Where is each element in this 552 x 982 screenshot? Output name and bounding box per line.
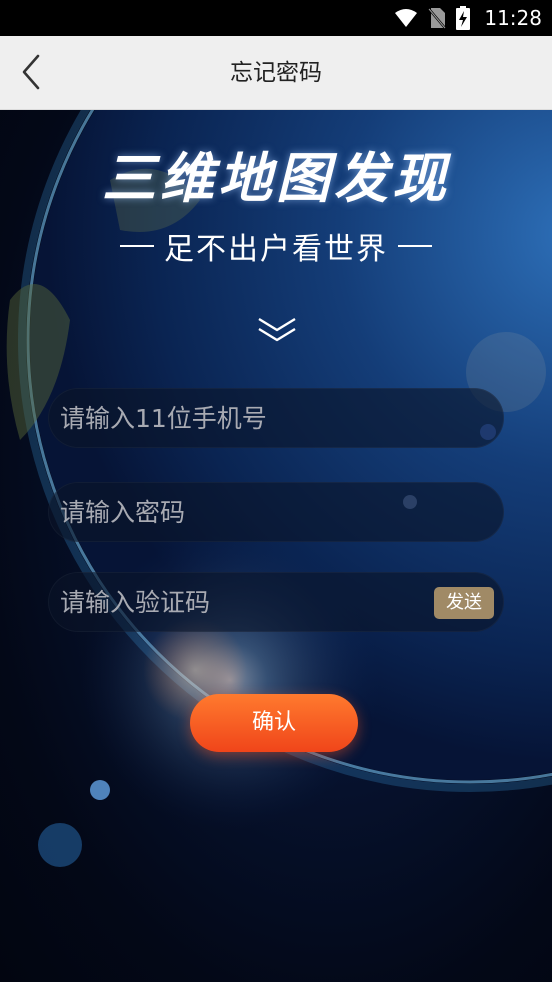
page-title: 忘记密码 [230, 60, 322, 86]
verification-code-field: 发送 [48, 572, 504, 632]
double-chevron-down-icon [258, 317, 296, 342]
send-code-button[interactable]: 发送 [434, 587, 494, 619]
status-time: 11:28 [484, 6, 542, 30]
hero-background: 三维地图发现 足不出户看世界 发送 确认 [0, 110, 552, 982]
battery-charging-icon [456, 6, 471, 30]
verification-code-input[interactable] [60, 572, 430, 632]
status-icons: 11:28 [394, 0, 542, 36]
navigation-bar: 忘记密码 [0, 36, 552, 110]
tagline: 足不出户看世界 [0, 224, 552, 268]
headline: 三维地图发现 [102, 147, 450, 210]
phone-field [48, 388, 504, 448]
password-field [48, 482, 504, 542]
wifi-icon [395, 9, 418, 27]
tagline-text: 足不出户看世界 [164, 232, 388, 267]
confirm-button[interactable]: 确认 [190, 694, 358, 752]
status-bar: 11:28 [0, 0, 552, 36]
tagline-dash-right [398, 245, 432, 247]
no-sim-icon [428, 8, 447, 29]
password-input[interactable] [60, 482, 430, 542]
tagline-dash-left [120, 245, 154, 247]
phone-input[interactable] [60, 388, 430, 448]
